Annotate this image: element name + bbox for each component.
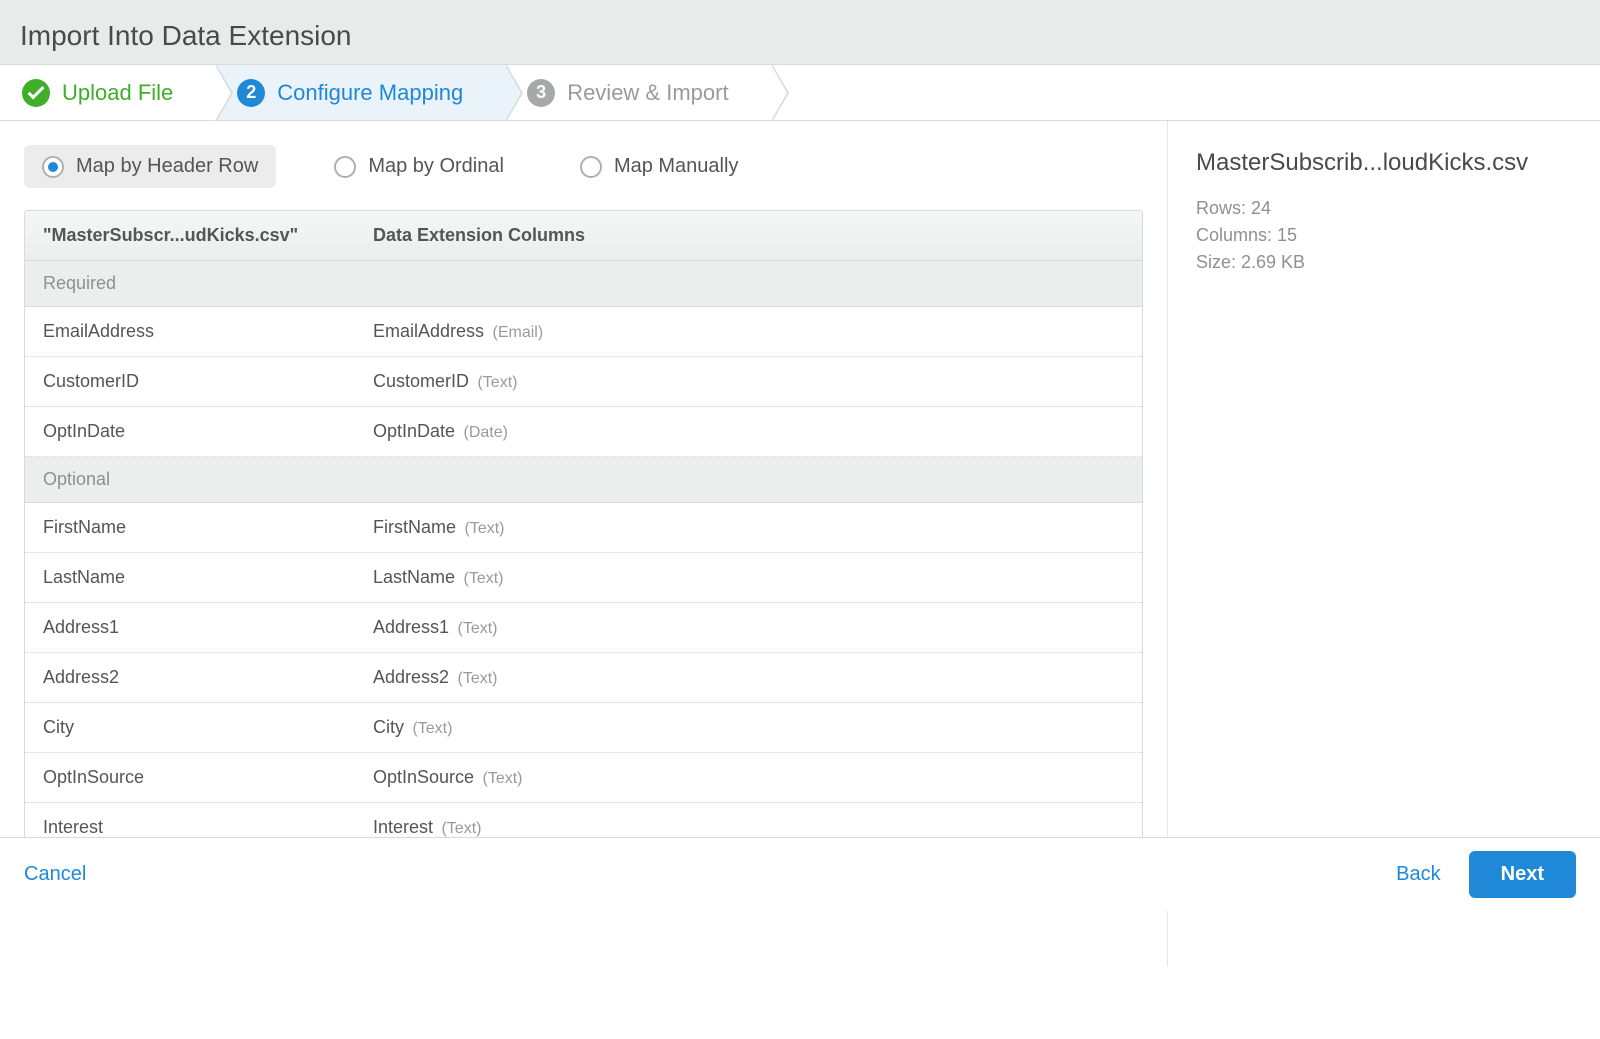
step-number-icon: 3 xyxy=(527,79,555,107)
target-name: OptInDate xyxy=(373,421,455,441)
target-type: (Text) xyxy=(453,620,497,637)
target-name: City xyxy=(373,717,404,737)
source-column: FirstName xyxy=(25,503,355,552)
section-title: Required xyxy=(25,261,355,306)
page-title: Import Into Data Extension xyxy=(20,20,1580,52)
source-column: Address1 xyxy=(25,603,355,652)
radio-icon xyxy=(42,156,64,178)
step-label: Review & Import xyxy=(567,80,728,106)
radio-icon xyxy=(334,156,356,178)
mapping-table-header: "MasterSubscr...udKicks.csv" Data Extens… xyxy=(25,211,1142,261)
target-name: EmailAddress xyxy=(373,321,484,341)
target-type: (Email) xyxy=(488,324,543,341)
mapping-row[interactable]: FirstNameFirstName (Text) xyxy=(25,503,1142,553)
step-configure-mapping[interactable]: 2 Configure Mapping xyxy=(215,65,505,120)
mapping-row[interactable]: CityCity (Text) xyxy=(25,703,1142,753)
mapping-row[interactable]: CustomerIDCustomerID (Text) xyxy=(25,357,1142,407)
mode-label: Map by Header Row xyxy=(76,155,258,178)
target-name: Address1 xyxy=(373,617,449,637)
source-column: OptInSource xyxy=(25,753,355,802)
target-column: Address1 (Text) xyxy=(355,603,1142,652)
file-size: Size: 2.69 KB xyxy=(1196,249,1572,276)
target-column: EmailAddress (Email) xyxy=(355,307,1142,356)
target-type: (Text) xyxy=(460,520,504,537)
source-column: OptInDate xyxy=(25,407,355,456)
source-column: City xyxy=(25,703,355,752)
footer-actions: Cancel Back Next xyxy=(0,837,1600,911)
target-column: FirstName (Text) xyxy=(355,503,1142,552)
target-name: FirstName xyxy=(373,517,456,537)
target-type: (Text) xyxy=(459,570,503,587)
source-column: EmailAddress xyxy=(25,307,355,356)
file-name: MasterSubscrib...loudKicks.csv xyxy=(1196,149,1572,177)
target-column: CustomerID (Text) xyxy=(355,357,1142,406)
step-number-icon: 2 xyxy=(237,79,265,107)
target-type: (Text) xyxy=(478,770,522,787)
mode-manual[interactable]: Map Manually xyxy=(562,145,757,188)
section-title: Optional xyxy=(25,457,355,502)
target-column: LastName (Text) xyxy=(355,553,1142,602)
target-type: (Date) xyxy=(459,424,508,441)
target-column: City (Text) xyxy=(355,703,1142,752)
mapping-row[interactable]: EmailAddressEmailAddress (Email) xyxy=(25,307,1142,357)
mode-label: Map by Ordinal xyxy=(368,155,504,178)
target-col-header: Data Extension Columns xyxy=(355,211,1142,260)
mapping-table: "MasterSubscr...udKicks.csv" Data Extens… xyxy=(24,210,1143,903)
target-name: Interest xyxy=(373,817,433,837)
target-type: (Text) xyxy=(453,670,497,687)
mode-header-row[interactable]: Map by Header Row xyxy=(24,145,276,188)
step-review-import[interactable]: 3 Review & Import xyxy=(505,65,770,120)
target-column: OptInDate (Date) xyxy=(355,407,1142,456)
source-column: Address2 xyxy=(25,653,355,702)
mapping-row[interactable]: OptInSourceOptInSource (Text) xyxy=(25,753,1142,803)
back-button[interactable]: Back xyxy=(1396,863,1440,886)
check-circle-icon xyxy=(22,79,50,107)
mode-ordinal[interactable]: Map by Ordinal xyxy=(316,145,522,188)
target-name: Address2 xyxy=(373,667,449,687)
radio-icon xyxy=(580,156,602,178)
step-upload-file[interactable]: Upload File xyxy=(0,65,215,120)
mapping-row[interactable]: LastNameLastName (Text) xyxy=(25,553,1142,603)
source-column: LastName xyxy=(25,553,355,602)
target-type: (Text) xyxy=(437,820,481,837)
mapping-row[interactable]: Address2Address2 (Text) xyxy=(25,653,1142,703)
mapping-section-header: Required xyxy=(25,261,1142,307)
mapping-row[interactable]: Address1Address1 (Text) xyxy=(25,603,1142,653)
target-name: LastName xyxy=(373,567,455,587)
mapping-section-header: Optional xyxy=(25,457,1142,503)
target-column: OptInSource (Text) xyxy=(355,753,1142,802)
target-name: CustomerID xyxy=(373,371,469,391)
wizard-steps: Upload File 2 Configure Mapping 3 Review… xyxy=(0,65,1600,121)
mapping-mode-selector: Map by Header Row Map by Ordinal Map Man… xyxy=(24,145,1143,188)
step-label: Configure Mapping xyxy=(277,80,463,106)
page-header: Import Into Data Extension xyxy=(0,0,1600,65)
target-type: (Text) xyxy=(473,374,517,391)
cancel-button[interactable]: Cancel xyxy=(24,863,86,885)
target-name: OptInSource xyxy=(373,767,474,787)
next-button[interactable]: Next xyxy=(1469,851,1576,898)
file-columns: Columns: 15 xyxy=(1196,222,1572,249)
file-rows: Rows: 24 xyxy=(1196,195,1572,222)
step-label: Upload File xyxy=(62,80,173,106)
mapping-row[interactable]: OptInDateOptInDate (Date) xyxy=(25,407,1142,457)
source-column: CustomerID xyxy=(25,357,355,406)
target-type: (Text) xyxy=(408,720,452,737)
target-column: Address2 (Text) xyxy=(355,653,1142,702)
mode-label: Map Manually xyxy=(614,155,739,178)
source-col-header: "MasterSubscr...udKicks.csv" xyxy=(25,211,355,260)
